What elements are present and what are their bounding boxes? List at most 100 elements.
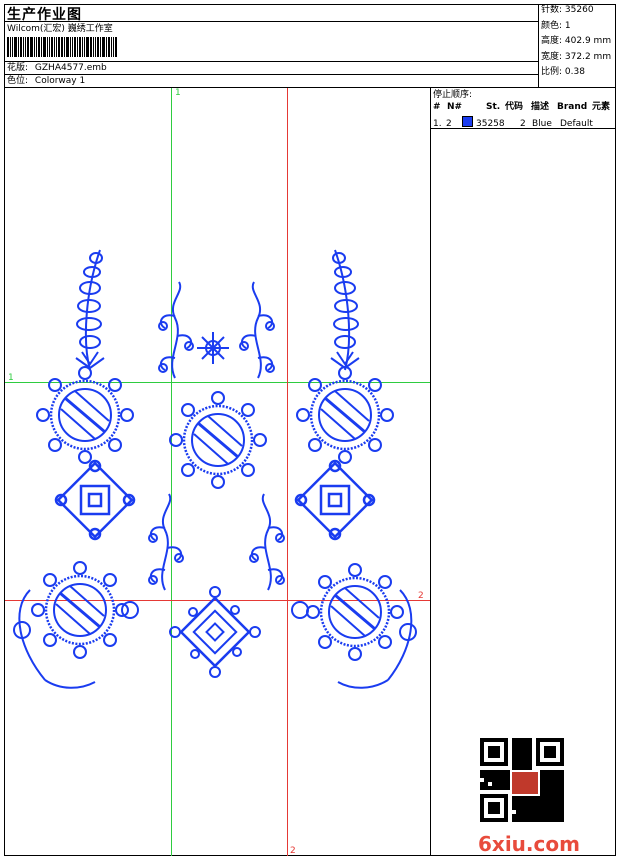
watermark-text: 6xiu.com <box>478 832 580 856</box>
qr-module <box>520 810 524 814</box>
qr-module <box>512 802 516 806</box>
qr-module <box>544 774 548 778</box>
qr-module <box>512 742 516 746</box>
qr-module <box>528 738 532 742</box>
qr-module <box>520 738 524 742</box>
qr-module <box>536 802 540 806</box>
qr-module <box>552 818 556 822</box>
qr-module <box>548 786 552 790</box>
qr-module <box>484 786 488 790</box>
qr-module <box>528 754 532 758</box>
qr-module <box>540 814 544 818</box>
qr-module <box>480 770 484 774</box>
qr-module <box>560 810 564 814</box>
qr-module <box>548 790 552 794</box>
qr-module <box>492 774 496 778</box>
qr-module <box>528 762 532 766</box>
qr-module <box>540 786 544 790</box>
qr-module <box>556 782 560 786</box>
qr-module <box>516 754 520 758</box>
qr-module <box>480 782 484 786</box>
qr-module <box>524 810 528 814</box>
qr-module <box>500 778 504 782</box>
qr-module <box>484 778 488 782</box>
qr-module <box>512 814 516 818</box>
qr-module <box>520 798 524 802</box>
qr-module <box>544 778 548 782</box>
qr-module <box>560 786 564 790</box>
qr-module <box>492 770 496 774</box>
qr-module <box>560 774 564 778</box>
qr-module <box>512 746 516 750</box>
qr-module <box>540 778 544 782</box>
qr-module <box>548 810 552 814</box>
qr-module <box>532 810 536 814</box>
qr-module <box>552 806 556 810</box>
qr-module <box>480 774 484 778</box>
qr-module <box>544 814 548 818</box>
qr-module <box>560 814 564 818</box>
qr-module <box>532 814 536 818</box>
qr-module <box>480 786 484 790</box>
qr-module <box>504 778 508 782</box>
qr-module <box>520 742 524 746</box>
qr-module <box>504 770 508 774</box>
qr-module <box>516 806 520 810</box>
qr-module <box>556 802 560 806</box>
qr-module <box>552 794 556 798</box>
qr-module <box>496 786 500 790</box>
qr-module <box>516 798 520 802</box>
qr-module <box>544 770 548 774</box>
qr-module <box>548 806 552 810</box>
qr-module <box>524 742 528 746</box>
qr-module <box>524 806 528 810</box>
qr-module <box>544 790 548 794</box>
qr-module <box>528 758 532 762</box>
qr-module <box>552 790 556 794</box>
qr-module <box>552 770 556 774</box>
qr-module <box>524 750 528 754</box>
qr-module <box>544 782 548 786</box>
qr-module <box>544 798 548 802</box>
qr-module <box>524 762 528 766</box>
qr-module <box>560 790 564 794</box>
qr-module <box>528 802 532 806</box>
qr-module <box>552 786 556 790</box>
qr-module <box>544 786 548 790</box>
qr-module <box>560 806 564 810</box>
qr-module <box>536 814 540 818</box>
qr-module <box>532 818 536 822</box>
qr-module <box>512 754 516 758</box>
qr-module <box>516 746 520 750</box>
qr-module <box>516 762 520 766</box>
qr-module <box>504 782 508 786</box>
qr-module <box>500 782 504 786</box>
qr-module <box>516 758 520 762</box>
qr-module <box>496 778 500 782</box>
qr-module <box>536 806 540 810</box>
qr-module <box>496 774 500 778</box>
qr-logo <box>510 770 540 796</box>
qr-module <box>552 798 556 802</box>
qr-module <box>540 806 544 810</box>
qr-module <box>544 810 548 814</box>
qr-module <box>540 794 544 798</box>
qr-module <box>540 810 544 814</box>
qr-module <box>540 774 544 778</box>
embroidery-design <box>13 249 417 689</box>
qr-module <box>492 786 496 790</box>
qr-module <box>548 798 552 802</box>
qr-module <box>548 774 552 778</box>
qr-module <box>548 782 552 786</box>
qr-module <box>500 786 504 790</box>
qr-module <box>540 782 544 786</box>
qr-module <box>540 790 544 794</box>
qr-module <box>532 806 536 810</box>
qr-module <box>548 818 552 822</box>
qr-module <box>512 738 516 742</box>
qr-module <box>488 774 492 778</box>
qr-module <box>544 818 548 822</box>
qr-module <box>492 778 496 782</box>
qr-module <box>540 770 544 774</box>
qr-module <box>556 806 560 810</box>
